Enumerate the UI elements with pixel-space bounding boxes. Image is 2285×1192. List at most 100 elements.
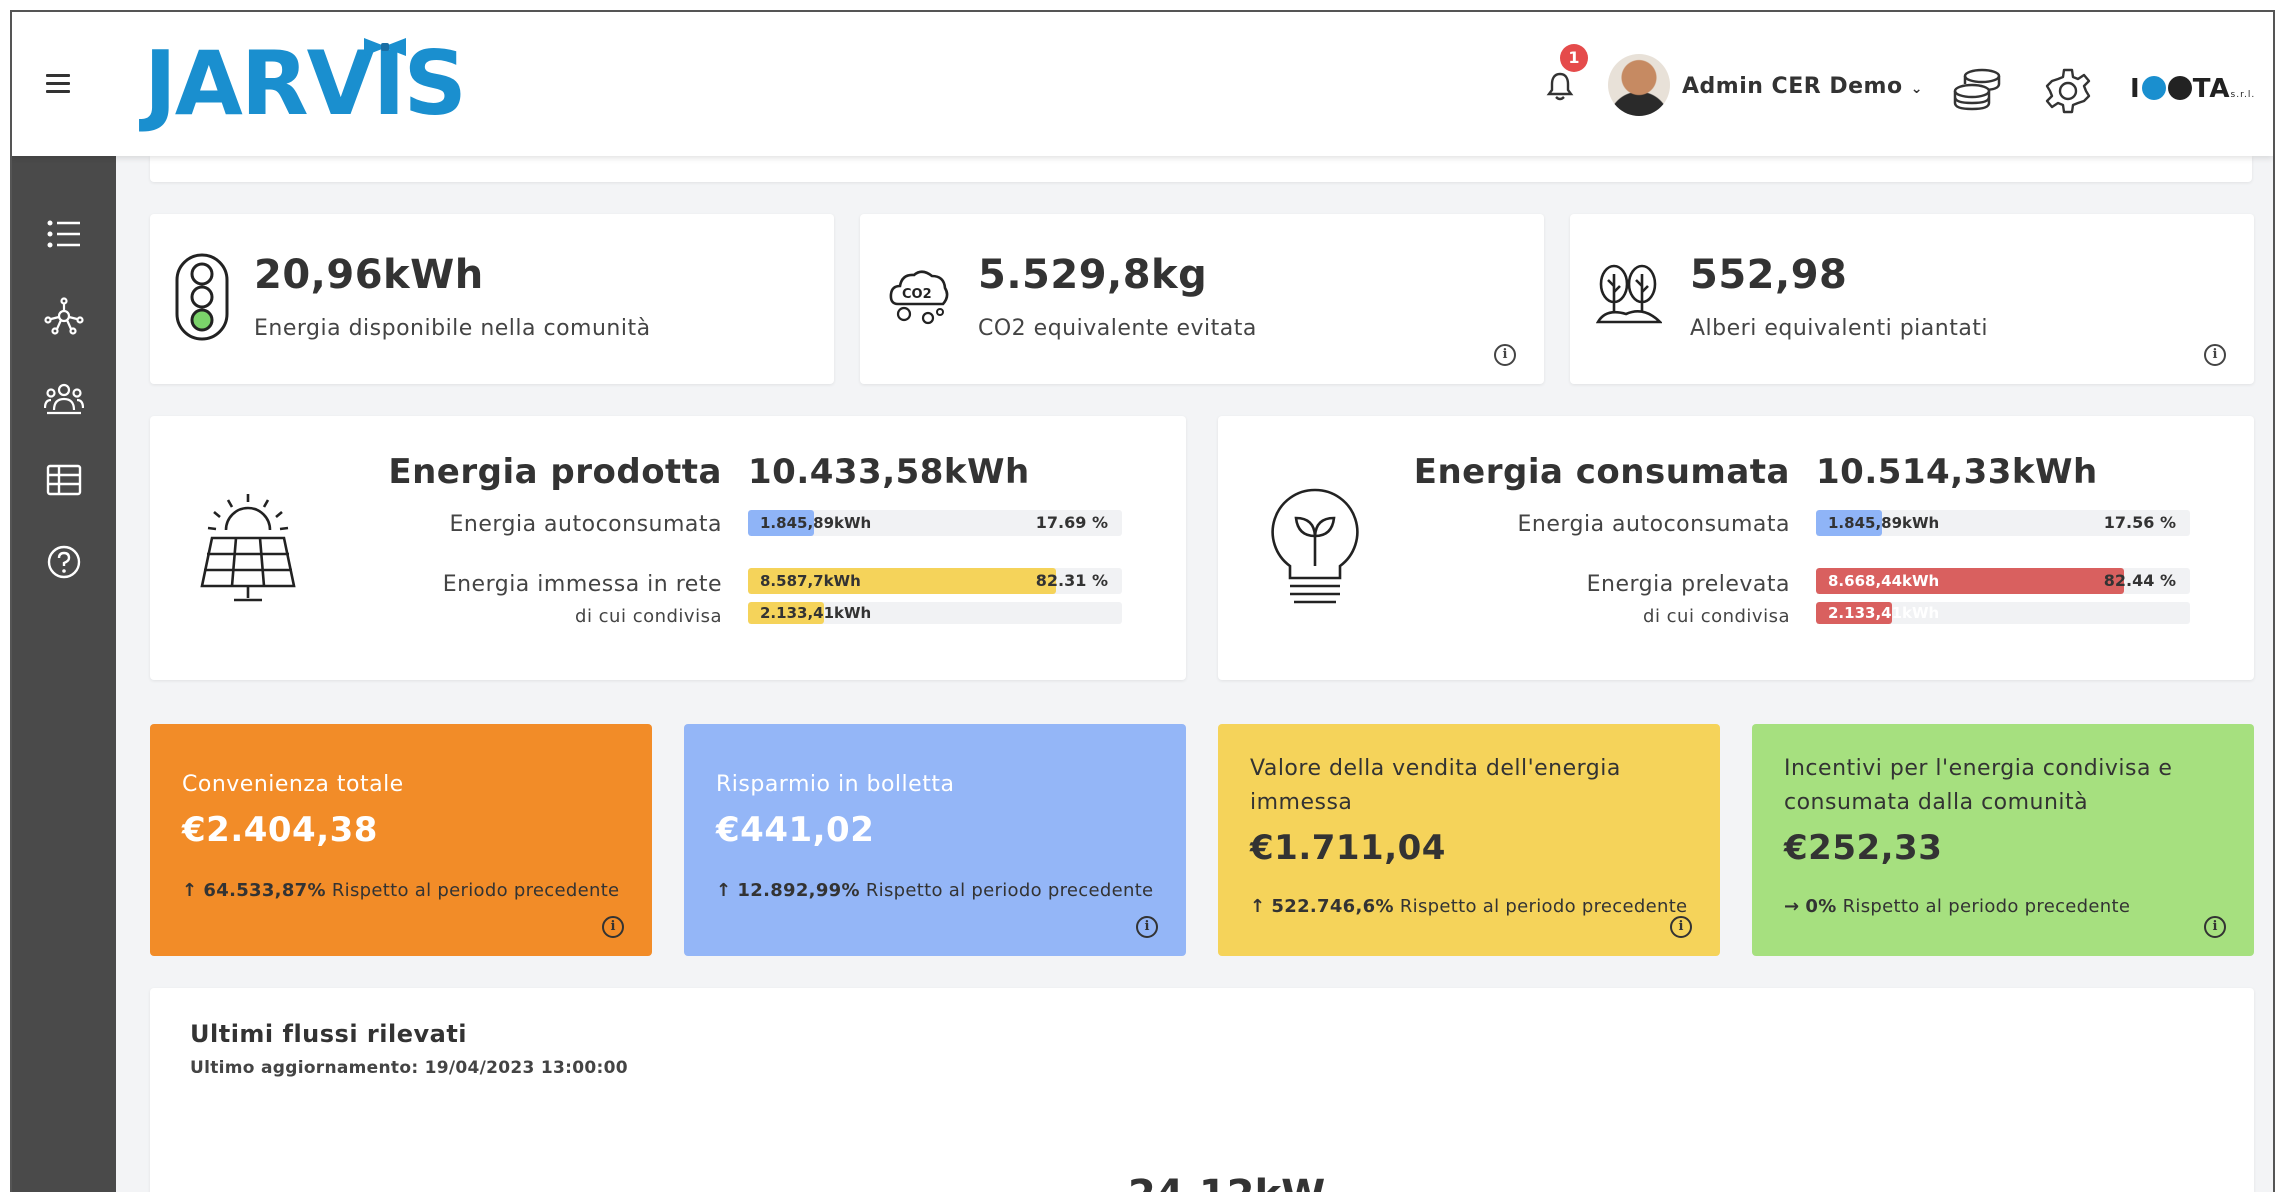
produced-total: 10.433,58kWh xyxy=(748,452,1030,492)
trend-arrow-icon: ↑ xyxy=(1250,896,1266,917)
money-value: €252,33 xyxy=(1784,828,1943,868)
info-icon[interactable]: i xyxy=(1670,916,1692,938)
money-label: Risparmio in bolletta xyxy=(716,772,955,797)
money-card-energy-sale: Valore della vendita dell'energia immess… xyxy=(1218,724,1720,956)
info-icon[interactable]: i xyxy=(2204,916,2226,938)
traffic-light-icon xyxy=(175,253,229,341)
partner-logo: I TAs.r.l. xyxy=(2130,74,2256,104)
consumed-drawn-label: Energia prelevata xyxy=(1586,572,1790,597)
app-window: JARVIS 1 Admin CER Demo ⌄ I TAs.r.l. 20,… xyxy=(10,10,2275,1192)
help-icon[interactable] xyxy=(44,542,84,582)
jarvis-logo[interactable]: JARVIS xyxy=(144,32,467,135)
summary-card-co2: CO2 5.529,8kg CO2 equivalente evitata i xyxy=(860,214,1544,384)
consumed-total: 10.514,33kWh xyxy=(1816,452,2098,492)
trend-value: 522.746,6% xyxy=(1271,896,1394,917)
stat-value: 20,96kWh xyxy=(254,252,484,298)
money-label: Incentivi per l'energia condivisa e cons… xyxy=(1784,756,2173,815)
money-trend: ↑ 12.892,99% Rispetto al periodo precede… xyxy=(716,880,1153,901)
info-icon[interactable]: i xyxy=(2204,344,2226,366)
solar-panel-icon xyxy=(200,494,296,602)
consumed-self-label: Energia autoconsumata xyxy=(1517,512,1790,537)
top-header: JARVIS 1 Admin CER Demo ⌄ I TAs.r.l. xyxy=(12,12,2273,156)
flows-power-value: 24,12kW xyxy=(1128,1172,1325,1192)
bow-tie-icon xyxy=(364,38,406,56)
produced-fed-bar: 8.587,7kWh 82.31 % xyxy=(748,568,1122,594)
community-users-icon[interactable] xyxy=(44,378,84,418)
trend-text: Rispetto al periodo precedente xyxy=(1842,896,2131,917)
money-label: Convenienza totale xyxy=(182,772,404,797)
flows-title: Ultimi flussi rilevati xyxy=(190,1020,468,1048)
produced-shared-value: 2.133,41kWh xyxy=(760,604,872,622)
summary-card-trees: 552,98 Alberi equivalenti piantati i xyxy=(1570,214,2254,384)
trend-text: Rispetto al periodo precedente xyxy=(1399,896,1688,917)
summary-card-energy: 20,96kWh Energia disponibile nella comun… xyxy=(150,214,834,384)
lightbulb-plant-icon xyxy=(1271,488,1359,604)
top-strip xyxy=(150,156,2252,182)
consumed-self-pct: 17.56 % xyxy=(2103,513,2176,532)
produced-fed-value: 8.587,7kWh xyxy=(760,572,861,590)
produced-energy-card: Energia prodotta 10.433,58kWh Energia au… xyxy=(150,416,1186,680)
money-value: €441,02 xyxy=(716,810,875,850)
produced-self-label: Energia autoconsumata xyxy=(449,512,722,537)
consumed-shared-bar: 2.133,41kWh xyxy=(1816,602,2190,624)
produced-self-pct: 17.69 % xyxy=(1035,513,1108,532)
co2-cloud-icon: CO2 xyxy=(889,270,949,325)
info-icon[interactable]: i xyxy=(602,916,624,938)
table-icon[interactable] xyxy=(44,460,84,500)
svg-text:CO2: CO2 xyxy=(902,287,932,302)
money-value: €1.711,04 xyxy=(1250,828,1446,868)
stat-label: Alberi equivalenti piantati xyxy=(1690,316,1989,341)
chevron-down-icon: ⌄ xyxy=(1910,81,1923,97)
stat-label: Energia disponibile nella comunità xyxy=(254,316,651,341)
list-icon[interactable] xyxy=(44,214,84,254)
notification-bell-icon[interactable] xyxy=(1544,70,1576,102)
produced-self-bar: 1.845,89kWh 17.69 % xyxy=(748,510,1122,536)
stat-label: CO2 equivalente evitata xyxy=(978,316,1257,341)
produced-fed-label: Energia immessa in rete xyxy=(442,572,722,597)
money-value: €2.404,38 xyxy=(182,810,378,850)
money-label: Valore della vendita dell'energia immess… xyxy=(1250,756,1621,815)
money-card-incentives: Incentivi per l'energia condivisa e cons… xyxy=(1752,724,2254,956)
stat-value: 552,98 xyxy=(1690,252,1848,298)
money-trend: ↑ 522.746,6% Rispetto al periodo precede… xyxy=(1250,896,1687,917)
notification-count-badge: 1 xyxy=(1560,44,1588,72)
consumed-drawn-value: 8.668,44kWh xyxy=(1828,572,1940,590)
produced-shared-bar: 2.133,41kWh xyxy=(748,602,1122,624)
info-icon[interactable]: i xyxy=(1136,916,1158,938)
logo-text: JARVIS xyxy=(144,32,467,135)
produced-fed-pct: 82.31 % xyxy=(1035,571,1108,590)
menu-toggle-icon[interactable] xyxy=(46,74,70,94)
user-avatar[interactable] xyxy=(1608,54,1670,116)
consumed-shared-label: di cui condivisa xyxy=(1643,606,1790,627)
trend-arrow-icon: ↑ xyxy=(182,880,198,901)
consumed-energy-card: Energia consumata 10.514,33kWh Energia a… xyxy=(1218,416,2254,680)
coins-stack-icon[interactable] xyxy=(1952,67,2002,111)
trend-value: 64.533,87% xyxy=(203,880,326,901)
network-icon[interactable] xyxy=(44,296,84,336)
produced-title: Energia prodotta xyxy=(388,452,722,492)
consumed-self-value: 1.845,89kWh xyxy=(1828,514,1940,532)
consumed-self-bar: 1.845,89kWh 17.56 % xyxy=(1816,510,2190,536)
settings-gear-icon[interactable] xyxy=(2044,67,2092,115)
produced-self-value: 1.845,89kWh xyxy=(760,514,872,532)
info-icon[interactable]: i xyxy=(1494,344,1516,366)
consumed-drawn-pct: 82.44 % xyxy=(2103,571,2176,590)
consumed-drawn-bar: 8.668,44kWh 82.44 % xyxy=(1816,568,2190,594)
trees-icon xyxy=(1596,264,1662,324)
trend-value: 12.892,99% xyxy=(737,880,860,901)
trend-value: 0% xyxy=(1805,896,1837,917)
money-trend: → 0% Rispetto al periodo precedente xyxy=(1784,896,2130,917)
produced-shared-label: di cui condivisa xyxy=(575,606,722,627)
consumed-title: Energia consumata xyxy=(1413,452,1790,492)
stat-value: 5.529,8kg xyxy=(978,252,1208,298)
trend-arrow-icon: → xyxy=(1784,896,1800,917)
flows-card xyxy=(150,988,2254,1192)
user-name-label: Admin CER Demo xyxy=(1682,74,1903,99)
money-card-bill-savings: Risparmio in bolletta €441,02 ↑ 12.892,9… xyxy=(684,724,1186,956)
user-menu[interactable]: Admin CER Demo ⌄ xyxy=(1682,74,1923,99)
sidebar xyxy=(12,156,116,1192)
consumed-shared-value: 2.133,41kWh xyxy=(1828,604,1940,622)
trend-arrow-icon: ↑ xyxy=(716,880,732,901)
money-card-total: Convenienza totale €2.404,38 ↑ 64.533,87… xyxy=(150,724,652,956)
trend-text: Rispetto al periodo precedente xyxy=(865,880,1154,901)
